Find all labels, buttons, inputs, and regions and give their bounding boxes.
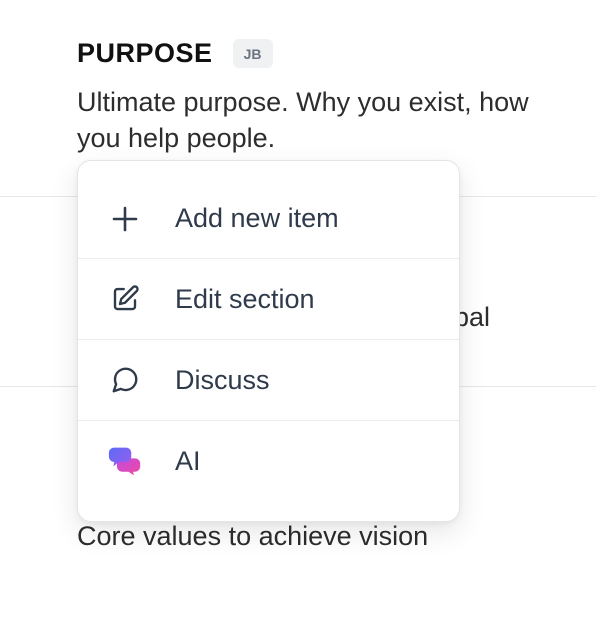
menu-item-label: Discuss	[175, 364, 270, 395]
author-badge[interactable]: JB	[232, 39, 273, 68]
section-header: PURPOSE JB	[77, 38, 273, 69]
section-description: Ultimate purpose. Why you exist, how you…	[77, 87, 529, 153]
menu-item-edit-section[interactable]: Edit section	[78, 259, 459, 340]
menu-item-label: Add new item	[175, 203, 339, 233]
menu-item-label: Edit section	[175, 283, 315, 314]
page: PURPOSE JB Ultimate purpose. Why you exi…	[0, 0, 596, 626]
menu-item-add-new-item[interactable]: Add new item	[78, 161, 459, 259]
values-description: Core values to achieve vision	[77, 521, 429, 551]
section-title: PURPOSE	[77, 38, 213, 68]
context-menu: Add new item Edit section Discuss AI	[77, 160, 460, 522]
edit-icon	[108, 282, 142, 316]
menu-item-discuss[interactable]: Discuss	[78, 340, 459, 421]
plus-icon	[108, 202, 142, 236]
menu-item-label: AI	[175, 445, 201, 476]
menu-item-ai[interactable]: AI	[78, 421, 459, 519]
ai-chat-icon	[108, 444, 142, 478]
chat-bubble-icon	[108, 363, 142, 397]
